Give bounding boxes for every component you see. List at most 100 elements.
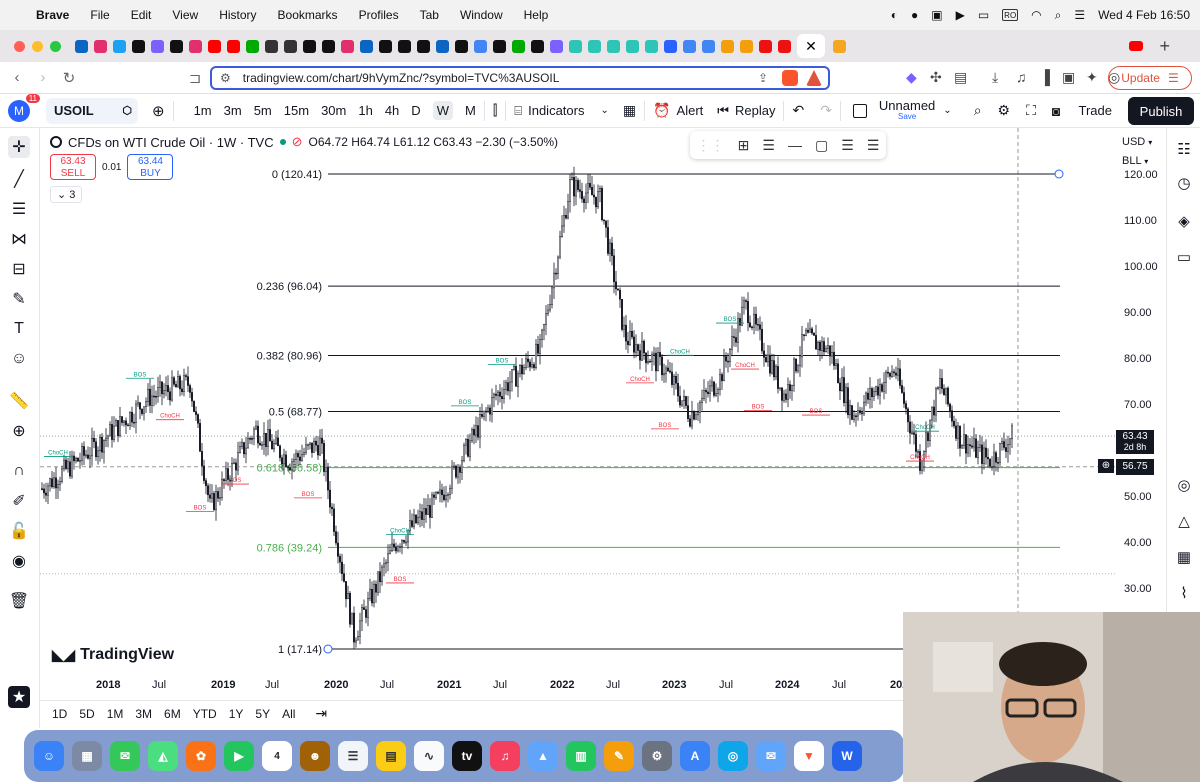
sell-button[interactable]: 63.43 SELL	[50, 154, 96, 180]
range-1m[interactable]: 1M	[107, 707, 124, 721]
ruler-icon[interactable]: 📏	[8, 390, 30, 412]
pinned-tab-icon[interactable]	[151, 39, 164, 53]
bookmark-icon[interactable]: ⊐	[182, 69, 208, 87]
pinned-tab-icon[interactable]	[645, 39, 658, 53]
pinned-tab-icon[interactable]	[531, 39, 544, 53]
range-all[interactable]: All	[282, 707, 295, 721]
contacts-icon[interactable]: ☻	[300, 741, 330, 771]
settings-list-icon[interactable]: ☰	[867, 137, 880, 154]
reminders-icon[interactable]: ☰	[338, 741, 368, 771]
tv-app-icon[interactable]: tv	[452, 741, 482, 771]
currency-selector[interactable]: USD ▾	[1122, 136, 1152, 148]
eye-off-icon[interactable]: ⊘	[292, 134, 303, 150]
camera-icon[interactable]: ◙	[1052, 103, 1060, 119]
indicators-collapse-toggle[interactable]: ⌄ 3	[50, 186, 83, 203]
wallet-icon[interactable]: ▣	[1062, 69, 1075, 86]
pinned-tab-icon[interactable]	[322, 39, 335, 53]
pinned-tab-icon[interactable]	[303, 39, 316, 53]
minimize-window-button[interactable]	[32, 40, 43, 52]
indicators-icon[interactable]: ⌸	[514, 103, 522, 119]
menu-window[interactable]: Window	[460, 8, 503, 22]
star-icon[interactable]: ★	[8, 686, 30, 708]
pinned-tab-icon[interactable]	[113, 39, 126, 53]
spotlight-icon[interactable]: ⌕	[1055, 8, 1062, 23]
calendar-icon[interactable]: ▦	[1173, 546, 1195, 568]
target-icon[interactable]: ◎	[1173, 474, 1195, 496]
ai-icon[interactable]: ✦	[1086, 69, 1098, 86]
range-3m[interactable]: 3M	[135, 707, 152, 721]
alerts-clock-icon[interactable]: ◷	[1173, 172, 1195, 194]
avatar[interactable]: M 11	[8, 93, 40, 122]
undo-icon[interactable]: ↶	[792, 102, 804, 119]
timeframe-W[interactable]: W	[432, 101, 453, 120]
timeframe-5m[interactable]: 5m	[254, 103, 272, 118]
menu-help[interactable]: Help	[524, 8, 549, 22]
range-ytd[interactable]: YTD	[193, 707, 217, 721]
pinned-tab-icon[interactable]	[512, 39, 525, 53]
launchpad-icon[interactable]: ▦	[72, 741, 102, 771]
add-symbol-icon[interactable]: ⊕	[152, 102, 165, 120]
buy-button[interactable]: 63.44 BUY	[127, 154, 174, 180]
legend-title[interactable]: CFDs on WTI Crude Oil · 1W · TVC	[68, 135, 274, 150]
pinned-tab-icon[interactable]	[398, 39, 411, 53]
range-1y[interactable]: 1Y	[229, 707, 244, 721]
url-text[interactable]: tradingview.com/chart/9hVymZnc/?symbol=T…	[243, 71, 560, 85]
pinned-tab-icon[interactable]	[379, 39, 392, 53]
publish-button[interactable]: Publish	[1128, 97, 1194, 125]
crosshair-icon[interactable]: ✛	[8, 136, 30, 158]
battery-icon[interactable]: ▭	[978, 8, 989, 22]
brush-icon[interactable]: ✎	[8, 288, 30, 310]
active-tab-close-icon[interactable]: ✕	[797, 34, 825, 58]
lock-icon[interactable]: 🔓	[8, 520, 30, 542]
wallet-icon[interactable]: ▤	[954, 69, 967, 86]
alert-button[interactable]: Alert	[677, 103, 704, 118]
menu-app-name[interactable]: Brave	[36, 8, 69, 22]
goto-date-icon[interactable]: ⇥	[315, 705, 327, 722]
status-icon[interactable]: ◐	[891, 8, 898, 22]
new-tab-button[interactable]: +	[1159, 36, 1170, 57]
pinned-tab-icon[interactable]	[455, 39, 468, 53]
frame-icon[interactable]: ▢	[815, 137, 828, 154]
clock-text[interactable]: Wed 4 Feb 16:50	[1098, 8, 1190, 22]
pinned-tab-icon[interactable]	[94, 39, 107, 53]
text-icon[interactable]: T	[8, 318, 30, 340]
site-settings-icon[interactable]: ⚙	[220, 71, 231, 85]
input-source[interactable]: RO	[1002, 9, 1019, 21]
menu-view[interactable]: View	[172, 8, 198, 22]
pinned-tab-icon[interactable]	[284, 39, 297, 53]
levels-icon[interactable]: ☰	[841, 137, 854, 154]
menu-profiles[interactable]: Profiles	[359, 8, 399, 22]
pinned-tab-icon[interactable]	[740, 39, 753, 53]
app-store-icon[interactable]: A	[680, 741, 710, 771]
close-window-button[interactable]	[14, 40, 25, 52]
range-5y[interactable]: 5Y	[255, 707, 270, 721]
trade-button[interactable]: Trade	[1079, 103, 1112, 118]
status-icon[interactable]: ▣	[931, 8, 942, 22]
timeframe-1m[interactable]: 1m	[194, 103, 212, 118]
forecast-icon[interactable]: ⊟	[8, 258, 30, 280]
system-settings-icon[interactable]: ⚙	[642, 741, 672, 771]
layers-icon[interactable]: ◈	[1173, 210, 1195, 232]
pinned-tab-icon[interactable]	[341, 39, 354, 53]
chart-type-icon[interactable]: ⫿	[493, 102, 497, 119]
tab-favicon[interactable]	[833, 39, 846, 53]
trendline-icon[interactable]: ╱	[8, 168, 30, 190]
mail-icon[interactable]: ✉	[756, 741, 786, 771]
range-1d[interactable]: 1D	[52, 707, 67, 721]
facetime-icon[interactable]: ▶	[224, 741, 254, 771]
ideas-icon[interactable]: △	[1173, 510, 1195, 532]
compare-icon[interactable]: ⬡	[122, 104, 132, 117]
zoom-window-button[interactable]	[50, 40, 61, 52]
pinned-tab-icon[interactable]	[265, 39, 278, 53]
quick-search-icon[interactable]: ⌕	[974, 102, 982, 119]
pinned-tab-icon[interactable]	[683, 39, 696, 53]
fib-retracement-icon[interactable]: ☰	[8, 198, 30, 220]
word-icon[interactable]: W	[832, 741, 862, 771]
timeframe-M[interactable]: M	[465, 103, 476, 118]
pinned-tab-icon[interactable]	[569, 39, 582, 53]
pinned-tab-icon[interactable]	[189, 39, 202, 53]
brave-icon[interactable]: ▼	[794, 741, 824, 771]
line-style-icon[interactable]: ☰	[762, 137, 775, 154]
pinned-tab-icon[interactable]	[208, 39, 221, 53]
unit-selector[interactable]: BLL ▾	[1122, 155, 1148, 167]
